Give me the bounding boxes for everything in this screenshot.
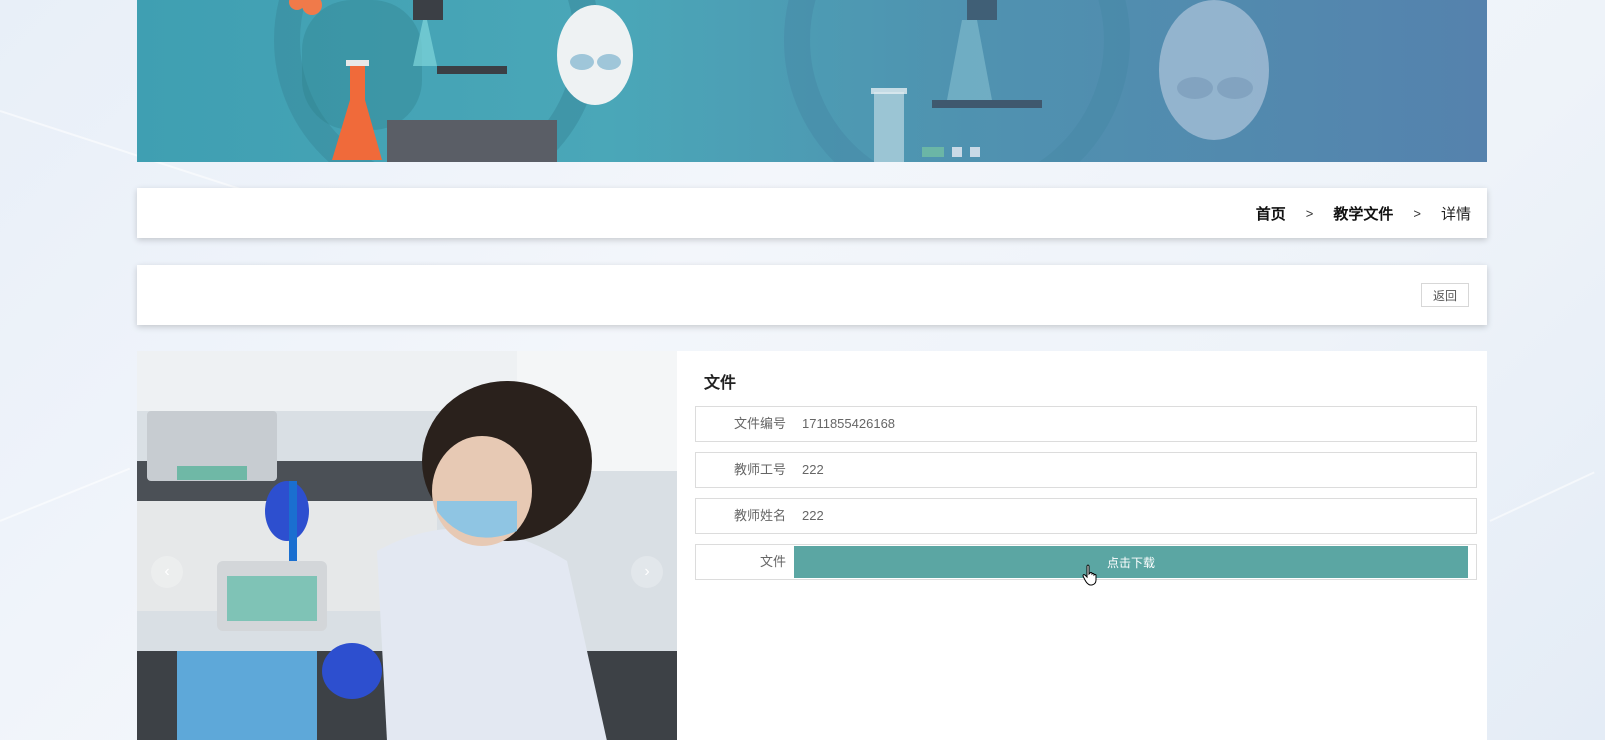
banner-dot[interactable] <box>970 147 980 157</box>
back-button[interactable]: 返回 <box>1421 283 1469 307</box>
field-label: 文件 <box>759 554 786 569</box>
background-decoration <box>0 467 131 522</box>
field-value: 1711855426168 <box>802 416 896 431</box>
banner-dot[interactable] <box>952 147 962 157</box>
breadcrumb-current: 详情 <box>1440 205 1471 223</box>
field-label: 教师姓名 <box>733 508 786 523</box>
action-bar: 返回 <box>137 265 1487 325</box>
breadcrumb: 首页 > 教学文件 > 详情 <box>1256 188 1471 238</box>
file-detail-panel: 文件 文件编号 1711855426168 教师工号 222 教师姓名 222 … <box>677 351 1487 740</box>
banner-illustration <box>274 0 1269 162</box>
banner-dot-active[interactable] <box>922 147 944 157</box>
background-decoration <box>1489 471 1595 522</box>
lab-photo <box>137 351 677 740</box>
breadcrumb-section-link[interactable]: 教学文件 <box>1333 203 1393 224</box>
field-row-teacher-id: 教师工号 222 <box>695 452 1477 488</box>
banner-pagination <box>922 147 980 157</box>
field-value: 222 <box>802 462 824 477</box>
download-button[interactable]: 点击下载 <box>794 546 1468 578</box>
breadcrumb-separator: > <box>1305 205 1314 221</box>
detail-title: 文件 <box>704 375 737 392</box>
carousel-prev-button[interactable]: ‹ <box>151 556 183 588</box>
field-label: 教师工号 <box>733 462 786 477</box>
field-label: 文件编号 <box>733 416 786 431</box>
field-row-file-number: 文件编号 1711855426168 <box>695 406 1477 442</box>
detail-image-carousel <box>137 351 677 740</box>
banner-slider <box>137 0 1487 162</box>
breadcrumb-bar: 首页 > 教学文件 > 详情 <box>137 188 1487 238</box>
breadcrumb-separator: > <box>1413 205 1421 221</box>
breadcrumb-home-link[interactable]: 首页 <box>1256 203 1286 224</box>
field-row-teacher-name: 教师姓名 222 <box>695 498 1477 534</box>
field-value: 222 <box>802 508 824 523</box>
hand-cursor-icon <box>1082 564 1097 586</box>
carousel-next-button[interactable]: › <box>631 556 663 588</box>
